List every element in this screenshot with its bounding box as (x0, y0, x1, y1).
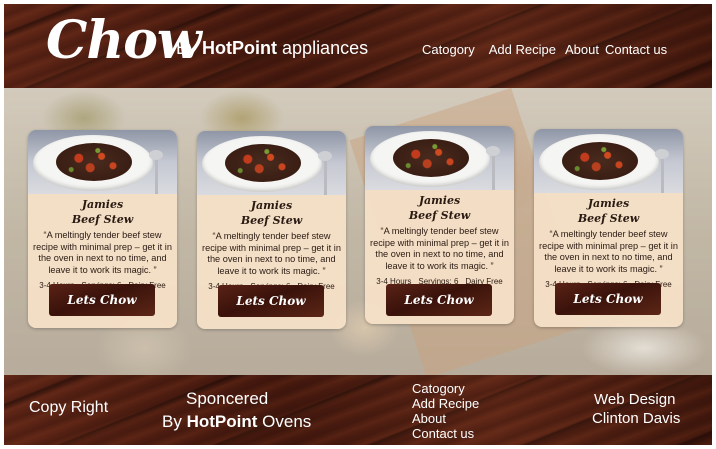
footer-link-category[interactable]: Catogory (412, 381, 479, 396)
byline-brand: HotPoint (202, 38, 278, 58)
lets-chow-button[interactable]: Lets Chow (386, 284, 492, 316)
lets-chow-button[interactable]: Lets Chow (555, 283, 661, 315)
recipe-title: Jamies Beef Stew (577, 197, 640, 225)
footer-link-add-recipe[interactable]: Add Recipe (412, 396, 479, 411)
nav-category[interactable]: Catogory (422, 42, 475, 57)
credit-title: Web Design (594, 391, 676, 408)
header-byline: By HotPoint appliances (176, 38, 368, 59)
byline-prefix: By (176, 38, 198, 58)
page: Chow By HotPoint appliances Catogory Add… (4, 4, 712, 445)
recipe-photo (197, 131, 346, 195)
recipe-description: “A meltingly tender beef stew recipe wit… (33, 230, 172, 275)
recipe-description: “A meltingly tender beef stew recipe wit… (370, 226, 509, 271)
sponsor-line: By HotPoint Ovens (162, 412, 311, 432)
site-header: Chow By HotPoint appliances Catogory Add… (4, 4, 712, 88)
recipe-description: “A meltingly tender beef stew recipe wit… (539, 229, 678, 274)
site-footer: Copy Right Sponcered By HotPoint Ovens C… (4, 375, 712, 445)
sponsor-prefix: By (162, 412, 182, 431)
recipe-photo (365, 126, 514, 190)
recipe-title: Jamies Beef Stew (240, 199, 303, 227)
nav-about[interactable]: About (565, 42, 599, 57)
nav-contact-us[interactable]: Contact us (605, 42, 667, 57)
recipe-card: Jamies Beef Stew “A meltingly tender bee… (197, 131, 346, 329)
copyright-text: Copy Right (29, 399, 109, 416)
nav-add-recipe[interactable]: Add Recipe (489, 42, 556, 57)
credit-author: Clinton Davis (592, 410, 681, 427)
footer-link-contact-us[interactable]: Contact us (412, 426, 479, 441)
footer-nav: Catogory Add Recipe About Contact us (412, 381, 479, 441)
recipe-card: Jamies Beef Stew “A meltingly tender bee… (534, 129, 683, 327)
recipe-photo (534, 129, 683, 193)
recipe-photo (28, 130, 177, 194)
lets-chow-button[interactable]: Lets Chow (49, 284, 155, 316)
recipe-section: Jamies Beef Stew “A meltingly tender bee… (4, 87, 712, 379)
sponsor-suffix: Ovens (262, 412, 312, 431)
recipe-title: Jamies Beef Stew (408, 194, 471, 222)
sponsor-brand: HotPoint (186, 412, 258, 431)
recipe-description: “A meltingly tender beef stew recipe wit… (202, 231, 341, 276)
recipe-title: Jamies Beef Stew (71, 198, 134, 226)
main-nav: Catogory Add Recipe About Contact us (422, 42, 667, 57)
recipe-card: Jamies Beef Stew “A meltingly tender bee… (28, 130, 177, 328)
byline-suffix: appliances (282, 38, 369, 58)
footer-link-about[interactable]: About (412, 411, 479, 426)
lets-chow-button[interactable]: Lets Chow (218, 285, 324, 317)
recipe-card: Jamies Beef Stew “A meltingly tender bee… (365, 126, 514, 324)
sponsored-label: Sponcered (186, 389, 269, 408)
